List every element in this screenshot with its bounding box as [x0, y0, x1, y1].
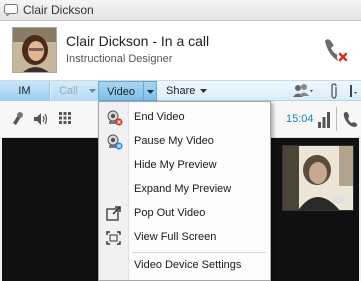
menu-item-expand-my-preview[interactable]: Expand My Preview: [99, 179, 270, 201]
share-label: Share: [166, 85, 196, 97]
menu-item-label: End Video: [134, 111, 185, 123]
chevron-down-icon: [146, 89, 154, 94]
menu-item-pop-out-video[interactable]: Pop Out Video: [99, 203, 270, 225]
menu-item-label: Hide My Preview: [134, 159, 217, 171]
contact-card: Clair Dickson - In a call Instructional …: [0, 21, 361, 80]
signal-quality-icon: [318, 112, 330, 128]
menu-item-label: Video Device Settings: [134, 259, 242, 271]
menu-separator: [132, 252, 266, 253]
speaker-icon[interactable]: [33, 111, 49, 127]
contact-avatar[interactable]: [12, 27, 57, 73]
menu-item-label: View Full Screen: [134, 231, 217, 243]
pop-out-icon: [106, 206, 121, 221]
end-video-icon: [107, 110, 123, 126]
video-preview[interactable]: [282, 145, 354, 211]
phone-icon[interactable]: [342, 110, 358, 128]
menu-item-label: Expand My Preview: [134, 183, 232, 195]
menu-item-end-video[interactable]: End Video: [99, 107, 270, 129]
contact-role: Instructional Designer: [66, 53, 173, 65]
im-button[interactable]: IM: [0, 81, 50, 101]
full-screen-icon: [106, 231, 121, 245]
video-button[interactable]: Video: [98, 81, 144, 101]
call-dropdown-button[interactable]: [86, 81, 98, 101]
call-timer: 15:04: [286, 113, 314, 125]
add-participants-icon[interactable]: [292, 83, 314, 99]
menu-item-label: Pause My Video: [134, 135, 214, 147]
more-options-icon[interactable]: [347, 83, 357, 99]
menu-item-video-device-settings[interactable]: Video Device Settings: [99, 255, 270, 277]
menu-item-pause-my-video[interactable]: Pause My Video: [99, 131, 270, 153]
conversation-app-icon: [4, 4, 18, 16]
pause-video-icon: [107, 134, 123, 150]
attachment-icon[interactable]: [329, 83, 339, 99]
title-bar: Clair Dickson: [0, 0, 361, 21]
conversation-toolbar: IM Call Video Share: [0, 80, 361, 101]
menu-item-label: Pop Out Video: [134, 207, 206, 219]
window-title: Clair Dickson: [23, 3, 94, 17]
chevron-down-icon: [200, 88, 208, 93]
contact-name-status: Clair Dickson - In a call: [66, 33, 210, 49]
call-button[interactable]: Call: [51, 81, 86, 101]
video-dropdown-button[interactable]: [144, 81, 157, 101]
menu-item-hide-my-preview[interactable]: Hide My Preview: [99, 155, 270, 177]
controls-divider: [336, 107, 337, 131]
microphone-icon[interactable]: [10, 111, 24, 127]
dialpad-icon[interactable]: [58, 111, 72, 125]
hang-up-icon[interactable]: [321, 35, 351, 65]
chevron-down-icon: [88, 88, 96, 93]
menu-item-view-full-screen[interactable]: View Full Screen: [99, 227, 270, 249]
share-button[interactable]: Share: [164, 81, 209, 101]
video-dropdown-menu: End Video Pause My Video Hide My Preview…: [98, 101, 271, 281]
